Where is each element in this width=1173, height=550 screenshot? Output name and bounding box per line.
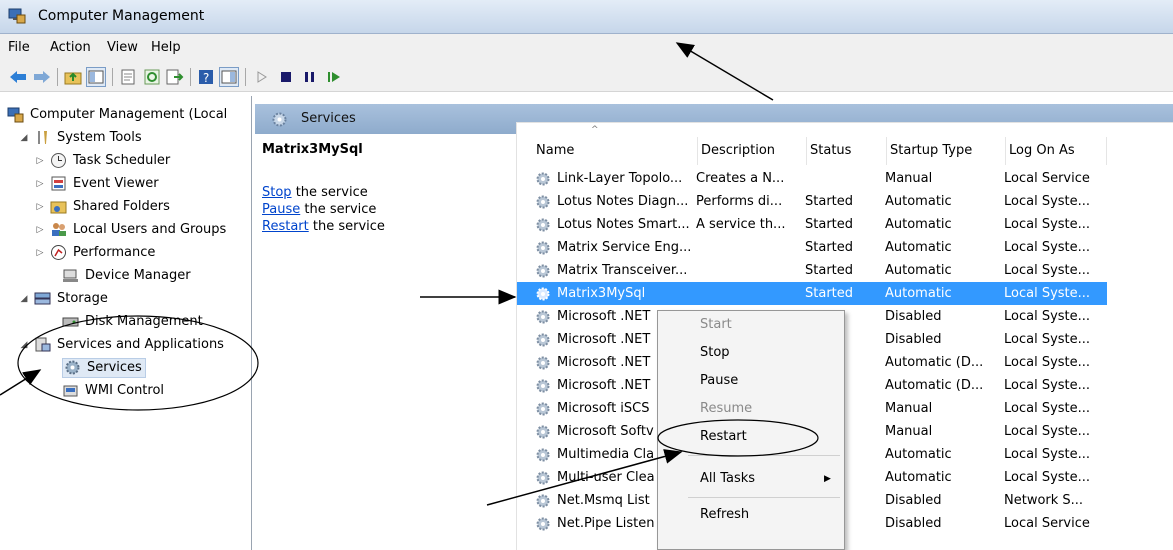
annotation-circle: [657, 419, 819, 457]
annotation-circle: [17, 315, 259, 411]
annotation-arrow: [486, 449, 683, 506]
annotation-overlay: [0, 42, 819, 506]
annotation-arrow: [0, 369, 42, 396]
computer-management-window: { "window": {"title": "Computer Manageme…: [0, 0, 1173, 550]
annotation-arrow: [675, 42, 774, 101]
